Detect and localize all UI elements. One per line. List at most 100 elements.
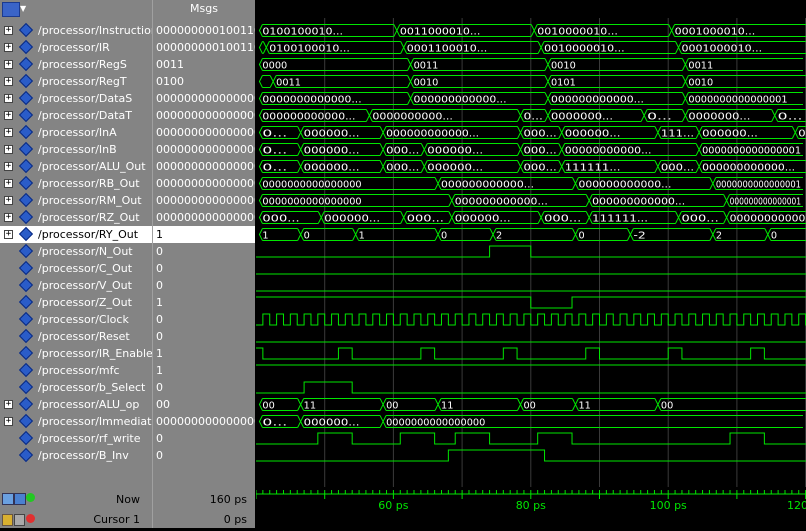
signal-row[interactable]: /processor/rf_write — [0, 430, 152, 447]
signal-value: 0000000000000001 — [156, 109, 255, 122]
signal-value: 0000000000000000 — [156, 415, 255, 428]
pen-icon[interactable] — [14, 514, 25, 526]
bus-value-label: 0000000000000... — [262, 95, 361, 106]
signal-row[interactable]: + /processor/RegT — [0, 73, 152, 90]
signal-row[interactable]: + /processor/RB_Out — [0, 175, 152, 192]
bus-value-label: 0000000... — [551, 112, 613, 123]
bus-value-label: 000000000000... — [414, 95, 507, 106]
signal-row[interactable]: + /processor/Instruction — [0, 22, 158, 39]
bus-value-label: 0010 — [414, 78, 439, 89]
signal-row[interactable]: + /processor/RZ_Out — [0, 209, 152, 226]
expand-icon[interactable]: + — [4, 400, 13, 409]
bus-value-label: 0 — [771, 231, 777, 242]
cursor-label: Cursor 1 — [93, 513, 140, 526]
bus-value-label: 00 — [262, 401, 274, 412]
now-label: Now — [116, 493, 140, 506]
add-icon[interactable] — [14, 493, 26, 505]
expand-icon[interactable]: + — [4, 230, 13, 239]
expand-icon[interactable]: + — [4, 43, 13, 52]
signal-value: 0000000000000001 — [156, 143, 255, 156]
bus-value-label: 00 — [386, 401, 398, 412]
bus-value-label: 000000000000... — [702, 163, 795, 174]
signal-diamond-icon — [18, 328, 34, 344]
bus-transition — [258, 41, 263, 54]
signal-name-pane: ▼ +/processor/Instruction +/processor/IR +… — [0, 0, 158, 528]
signal-row[interactable]: + /processor/DataT — [0, 107, 152, 124]
bus-value-label: 000000... — [427, 146, 483, 157]
signal-row[interactable]: + /processor/RegS — [0, 56, 152, 73]
signal-name: /processor/Z_Out — [38, 296, 132, 309]
bus-value-label: 000000... — [565, 129, 621, 140]
insert-cursor-icon[interactable] — [26, 493, 35, 502]
signal-diamond-icon — [18, 226, 34, 242]
chevron-down-icon[interactable]: ▼ — [20, 0, 26, 17]
signal-diamond-icon — [18, 345, 34, 361]
expand-icon[interactable]: + — [4, 60, 13, 69]
expand-icon[interactable]: + — [4, 128, 13, 137]
expand-icon[interactable]: + — [4, 179, 13, 188]
bus-value-label: 000... — [523, 129, 556, 140]
signal-name: /processor/RB_Out — [38, 177, 140, 190]
bus-value-label: 0 — [304, 231, 310, 242]
signal-value: 0100 — [156, 75, 184, 88]
expand-icon[interactable]: + — [4, 111, 13, 120]
bus-value-label: 0... — [647, 112, 672, 123]
signal-name: /processor/b_Select — [38, 381, 146, 394]
signal-row[interactable]: + /processor/InB — [0, 141, 152, 158]
signal-row[interactable]: /processor/V_Out — [0, 277, 152, 294]
signal-row[interactable]: + /processor/DataS — [0, 90, 152, 107]
signal-row[interactable]: /processor/N_Out — [0, 243, 152, 260]
signal-value: 0 — [156, 245, 163, 258]
bus-value-label: 0... — [262, 163, 287, 174]
signal-row[interactable]: /processor/b_Select — [0, 379, 152, 396]
signal-row[interactable]: /processor/IR_Enable — [0, 345, 153, 362]
signal-value: 0 — [156, 313, 163, 326]
bus-value-label: 0011 — [688, 61, 713, 72]
signal-value: 00 — [156, 398, 170, 411]
wave-toolbar-icon[interactable] — [2, 2, 20, 17]
expand-icon[interactable]: + — [4, 196, 13, 205]
expand-icon[interactable]: + — [4, 417, 13, 426]
signal-row[interactable]: + /processor/ALU_Out — [0, 158, 152, 175]
digital-wave — [256, 313, 806, 326]
expand-icon[interactable]: + — [4, 145, 13, 154]
signal-value: 0000000000000001 — [156, 177, 255, 190]
bus-value-label: 0100100010... — [262, 27, 343, 38]
expand-icon[interactable]: + — [4, 94, 13, 103]
signal-name: /processor/InB — [38, 143, 117, 156]
bus-transition — [258, 75, 263, 88]
signal-name: /processor/B_Inv — [38, 449, 129, 462]
signal-diamond-icon — [18, 56, 34, 72]
signal-name: /processor/C_Out — [38, 262, 133, 275]
bus-value-label: 000000... — [304, 129, 360, 140]
signal-row[interactable]: + /processor/ALU_op — [0, 396, 152, 413]
wave-icon[interactable] — [2, 493, 14, 505]
signal-row[interactable]: + /processor/IR — [0, 39, 152, 56]
bus-value-label: 0... — [262, 129, 287, 140]
signal-row[interactable]: + /processor/RY_Out — [0, 226, 152, 243]
delete-cursor-icon[interactable] — [26, 514, 35, 523]
bus-value-label: 000... — [262, 214, 299, 225]
expand-icon[interactable]: + — [4, 162, 13, 171]
waveform-canvas[interactable]: 0100100010... 0011000010... 0010000010... 0… — [256, 0, 806, 487]
signal-row[interactable]: + /processor/InA — [0, 124, 152, 141]
expand-icon[interactable]: + — [4, 213, 13, 222]
signal-row[interactable]: /processor/Reset — [0, 328, 152, 345]
signal-row[interactable]: /processor/B_Inv — [0, 447, 152, 464]
signal-row[interactable]: /processor/mfc — [0, 362, 152, 379]
signal-row[interactable]: /processor/Z_Out — [0, 294, 152, 311]
lock-icon[interactable] — [2, 514, 13, 526]
signal-row[interactable]: + /processor/RM_Out — [0, 192, 152, 209]
waveform-pane[interactable]: 0100100010... 0011000010... 0010000010... 0… — [256, 0, 806, 487]
bus-value-label: 0010000010... — [544, 44, 625, 55]
signal-row[interactable]: /processor/C_Out — [0, 260, 152, 277]
signal-row[interactable]: + /processor/Immediate — [0, 413, 158, 430]
signal-name: /processor/rf_write — [38, 432, 141, 445]
signal-row[interactable]: /processor/Clock — [0, 311, 152, 328]
bus-value-label: 000000... — [455, 214, 511, 225]
expand-icon[interactable]: + — [4, 77, 13, 86]
bus-value-label: 0000 — [262, 61, 287, 72]
expand-icon[interactable]: + — [4, 26, 13, 35]
timeline-canvas: 60 ps80 ps100 ps120 ps140 ps160 ps — [255, 490, 806, 512]
signal-name: /processor/Reset — [38, 330, 130, 343]
